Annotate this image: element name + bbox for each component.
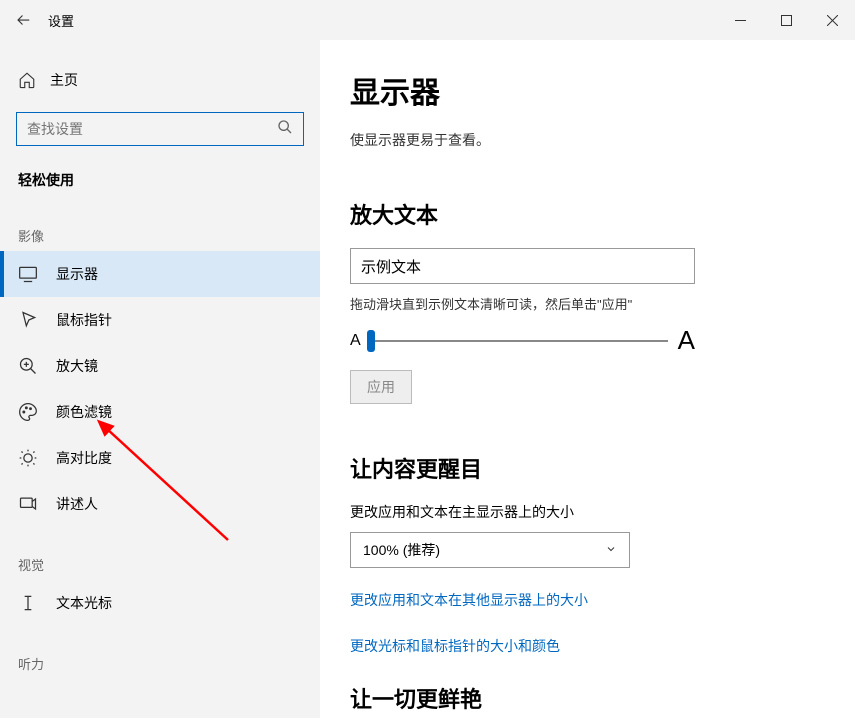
sidebar-item-display[interactable]: 显示器 xyxy=(0,251,320,297)
text-size-slider[interactable] xyxy=(371,340,668,342)
sidebar-category: 轻松使用 xyxy=(0,154,320,198)
sidebar-item-label: 放大镜 xyxy=(56,356,98,376)
text-size-slider-row: A A xyxy=(350,325,695,356)
scale-value: 100% (推荐) xyxy=(363,540,440,560)
app-title: 设置 xyxy=(48,11,74,30)
sidebar-item-label: 鼠标指针 xyxy=(56,310,112,330)
sidebar: 主页 轻松使用 影像 显示器 鼠标指针 放大镜 颜色滤镜 xyxy=(0,40,320,718)
chevron-down-icon xyxy=(605,542,617,558)
sidebar-item-textcursor[interactable]: 文本光标 xyxy=(0,580,320,626)
minimize-button[interactable] xyxy=(717,0,763,40)
search-input[interactable] xyxy=(27,121,277,137)
group-label-visual: 视觉 xyxy=(0,527,320,580)
pointer-icon xyxy=(18,310,38,330)
section-bigger-text: 放大文本 xyxy=(350,198,825,230)
sidebar-item-narrator[interactable]: 讲述人 xyxy=(0,481,320,527)
titlebar: 设置 xyxy=(0,0,855,40)
magnifier-icon xyxy=(18,356,38,376)
slider-hint: 拖动滑块直到示例文本清晰可读，然后单击"应用" xyxy=(350,294,825,313)
link-cursor-size[interactable]: 更改光标和鼠标指针的大小和颜色 xyxy=(350,636,825,656)
scale-dropdown[interactable]: 100% (推荐) xyxy=(350,532,630,568)
back-button[interactable] xyxy=(0,11,48,29)
group-label-vision: 影像 xyxy=(0,198,320,251)
sidebar-item-label: 文本光标 xyxy=(56,593,112,613)
sidebar-item-magnifier[interactable]: 放大镜 xyxy=(0,343,320,389)
page-title: 显示器 xyxy=(350,68,825,112)
page-subtitle: 使显示器更易于查看。 xyxy=(350,130,825,150)
sidebar-item-label: 显示器 xyxy=(56,264,98,284)
section-stand-out: 让内容更醒目 xyxy=(350,452,825,484)
sidebar-item-pointer[interactable]: 鼠标指针 xyxy=(0,297,320,343)
search-input-wrap[interactable] xyxy=(16,112,304,146)
contrast-icon xyxy=(18,448,38,468)
big-a-label: A xyxy=(678,325,695,356)
sidebar-home-label: 主页 xyxy=(50,70,78,90)
sidebar-item-label: 颜色滤镜 xyxy=(56,402,112,422)
group-label-hearing: 听力 xyxy=(0,626,320,679)
small-a-label: A xyxy=(350,332,361,350)
text-cursor-icon xyxy=(18,593,38,613)
display-icon xyxy=(18,264,38,284)
search-icon xyxy=(277,119,293,140)
sidebar-item-label: 高对比度 xyxy=(56,448,112,468)
sidebar-item-highcontrast[interactable]: 高对比度 xyxy=(0,435,320,481)
sidebar-home[interactable]: 主页 xyxy=(0,60,320,100)
content: 显示器 使显示器更易于查看。 放大文本 示例文本 拖动滑块直到示例文本清晰可读，… xyxy=(320,40,855,718)
sample-text-box: 示例文本 xyxy=(350,248,695,284)
palette-icon xyxy=(18,402,38,422)
section-vivid: 让一切更鲜艳 xyxy=(350,682,825,714)
maximize-button[interactable] xyxy=(763,0,809,40)
slider-thumb[interactable] xyxy=(367,330,375,352)
sidebar-item-colorfilters[interactable]: 颜色滤镜 xyxy=(0,389,320,435)
apply-button[interactable]: 应用 xyxy=(350,370,412,404)
home-icon xyxy=(18,71,36,89)
sidebar-item-label: 讲述人 xyxy=(56,494,98,514)
close-button[interactable] xyxy=(809,0,855,40)
narrator-icon xyxy=(18,494,38,514)
scale-label: 更改应用和文本在主显示器上的大小 xyxy=(350,502,825,522)
link-other-displays[interactable]: 更改应用和文本在其他显示器上的大小 xyxy=(350,590,825,610)
